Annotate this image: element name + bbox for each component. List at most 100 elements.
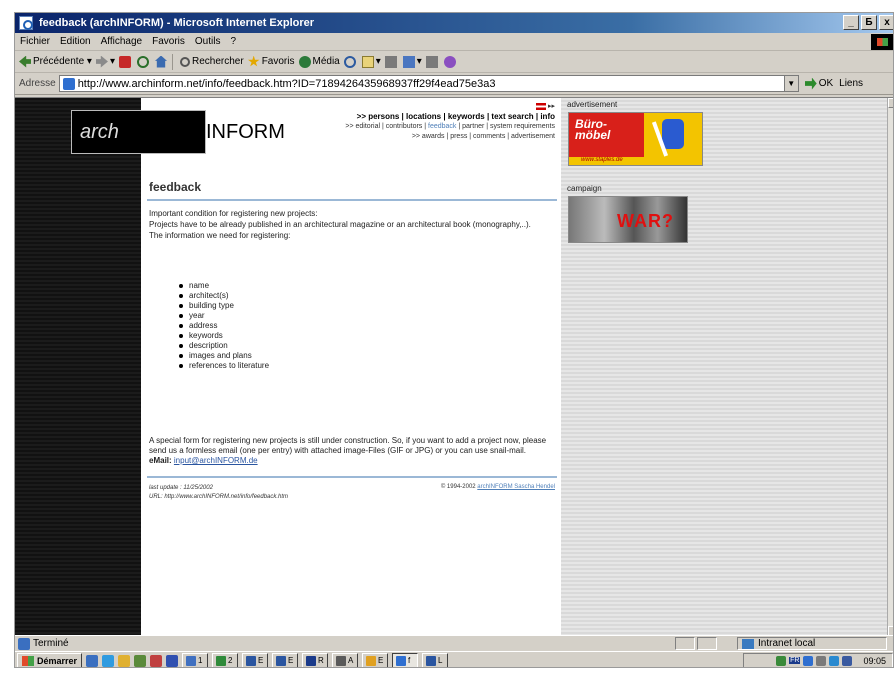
advertisement-label: advertisement	[567, 100, 618, 109]
network-icon[interactable]	[803, 655, 814, 666]
status-cells	[675, 637, 717, 650]
refresh-button[interactable]	[137, 55, 151, 68]
task-label: 2	[228, 656, 233, 665]
list-item: images and plans	[179, 351, 269, 361]
app-quicklaunch-icon[interactable]	[166, 654, 179, 667]
outlook-quicklaunch-icon[interactable]	[118, 654, 131, 667]
ie-task-icon	[396, 655, 407, 666]
maximize-button[interactable]: Б	[861, 15, 877, 30]
list-item: architect(s)	[179, 291, 269, 301]
page-icon	[62, 77, 75, 90]
taskbar-button[interactable]: E	[272, 653, 299, 667]
search-button[interactable]: Rechercher	[180, 56, 244, 67]
task-icon	[306, 655, 317, 666]
page-viewport: arch INFORM ▸▸ >> persons | locations | …	[15, 97, 893, 635]
intro-line: Projects have to be already published in…	[149, 220, 531, 229]
archinform-logo[interactable]: arch	[71, 110, 206, 154]
outro-paragraph: A special form for registering new proje…	[149, 436, 547, 455]
stop-button[interactable]	[119, 55, 133, 68]
divider	[147, 199, 557, 201]
task-icon	[366, 655, 377, 666]
menu-help[interactable]: ?	[230, 36, 236, 47]
print-button[interactable]	[384, 55, 399, 68]
task-label: E	[378, 656, 384, 665]
app-quicklaunch-icon[interactable]	[134, 654, 147, 667]
nav-partner-links[interactable]: | partner | system requirements	[456, 123, 555, 130]
footer-meta: last update : 11/25/2002 URL: http://www…	[149, 484, 288, 502]
campaign-banner[interactable]: WAR?	[568, 196, 688, 243]
list-item: year	[179, 311, 269, 321]
menu-affichage[interactable]: Affichage	[101, 36, 143, 47]
ad-text: Büro-möbel	[575, 118, 610, 141]
taskbar-button[interactable]: L	[422, 653, 449, 667]
ie-quicklaunch-icon[interactable]	[102, 654, 115, 667]
german-flag-icon[interactable]	[536, 102, 547, 110]
tray-icon[interactable]	[816, 655, 827, 666]
minimize-button[interactable]: _	[843, 15, 859, 30]
copyright-link[interactable]: archINFORM Sascha Hendel	[477, 484, 555, 490]
mail-button[interactable]: ▾	[361, 55, 381, 68]
page-content: arch INFORM ▸▸ >> persons | locations | …	[71, 98, 561, 635]
tray-icon[interactable]	[842, 655, 853, 666]
menu-favoris[interactable]: Favoris	[152, 36, 185, 47]
page-done-icon	[18, 637, 30, 650]
address-input[interactable]: http://www.archinform.net/info/feedback.…	[58, 75, 799, 92]
links-button[interactable]: Liens	[839, 78, 863, 89]
tray-icon[interactable]	[829, 655, 840, 666]
menu-edition[interactable]: Edition	[60, 36, 91, 47]
media-button[interactable]: Média	[298, 55, 340, 68]
media-icon	[298, 55, 311, 68]
nav-feedback-link[interactable]: feedback	[428, 123, 456, 130]
favorites-button[interactable]: Favoris	[247, 55, 295, 68]
discuss-button[interactable]	[425, 55, 440, 68]
taskbar-button[interactable]: E	[362, 653, 389, 667]
advertisement-banner[interactable]: Büro-möbel www.staples.de	[568, 112, 703, 166]
task-icon	[186, 655, 197, 666]
edit-button[interactable]: ▾	[402, 55, 422, 68]
zone-label: Intranet local	[758, 638, 816, 649]
nav-row-tertiary[interactable]: >> awards | press | comments | advertise…	[345, 132, 555, 142]
back-button[interactable]: Précédente ▾	[19, 55, 92, 68]
taskbar-button[interactable]: 2	[212, 653, 239, 667]
address-dropdown-icon[interactable]: ▼	[783, 76, 798, 91]
email-link[interactable]: input@archINFORM.de	[174, 456, 258, 465]
scroll-up-icon[interactable]	[888, 98, 893, 108]
history-button[interactable]	[343, 55, 358, 68]
taskbar-button[interactable]: R	[302, 653, 329, 667]
home-button[interactable]	[155, 55, 169, 68]
taskbar-button[interactable]: 1	[182, 653, 209, 667]
taskbar-button[interactable]: A	[332, 653, 359, 667]
task-icon	[276, 655, 287, 666]
menu-outils[interactable]: Outils	[195, 36, 221, 47]
task-icon	[246, 655, 257, 666]
taskbar-button[interactable]: E	[242, 653, 269, 667]
menu-fichier[interactable]: Fichier	[20, 36, 50, 47]
ie-window: feedback (archINFORM) - Microsoft Intern…	[14, 12, 894, 668]
favorites-star-icon	[247, 55, 260, 67]
intro-text: Important condition for registering new …	[149, 208, 554, 241]
list-item: name	[179, 281, 269, 291]
task-label: E	[258, 656, 264, 665]
forward-button[interactable]: ▾	[95, 55, 115, 68]
title-bar[interactable]: feedback (archINFORM) - Microsoft Intern…	[15, 13, 893, 33]
app-quicklaunch-icon[interactable]	[150, 654, 163, 667]
show-desktop-icon[interactable]	[86, 654, 99, 667]
messenger-button[interactable]	[443, 55, 458, 68]
nav-row-main[interactable]: >> persons | locations | keywords | text…	[345, 112, 555, 122]
menu-bar: Fichier Edition Affichage Favoris Outils…	[15, 33, 893, 51]
back-label: Précédente	[33, 56, 85, 67]
security-zone: Intranet local	[737, 637, 887, 650]
volume-icon[interactable]	[776, 655, 787, 666]
task-label: 1	[198, 656, 203, 665]
start-button[interactable]: Démarrer	[17, 653, 83, 667]
list-item: keywords	[179, 331, 269, 341]
taskbar-button-active[interactable]: f	[392, 653, 419, 667]
go-button[interactable]: OK	[804, 77, 833, 90]
close-button[interactable]: x	[879, 15, 893, 30]
nav-editorial-links[interactable]: >> editorial | contributors |	[345, 123, 428, 130]
scroll-down-icon[interactable]	[888, 626, 893, 635]
language-indicator[interactable]: FR	[789, 657, 801, 664]
task-label: E	[288, 656, 294, 665]
vertical-scrollbar[interactable]	[887, 98, 893, 635]
toolbar: Précédente ▾ ▾ Rechercher Favoris Média …	[15, 51, 893, 73]
